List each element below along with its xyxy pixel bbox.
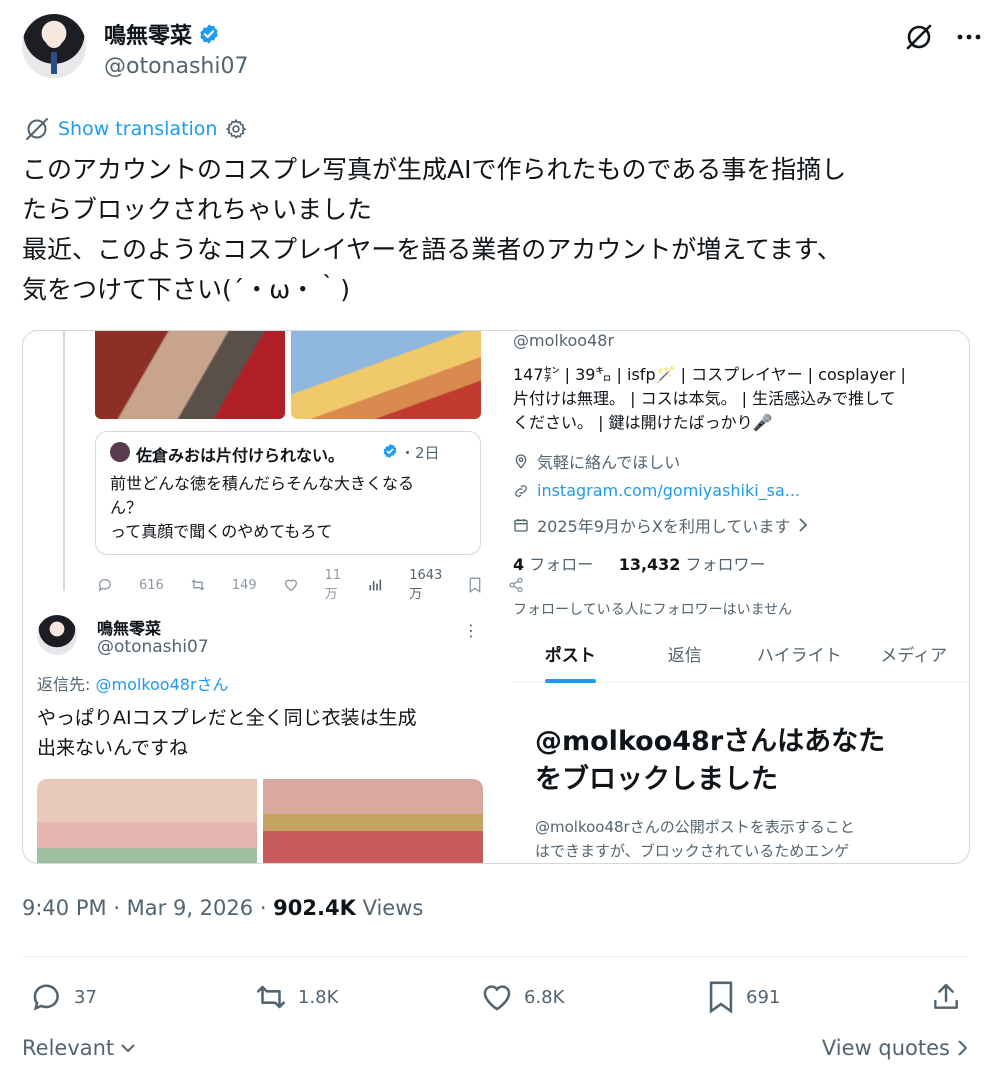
quoted-views: 1643万 [409,568,443,602]
bookmark-button[interactable]: 691 [706,980,780,1014]
repost-button[interactable]: 1.8K [254,980,338,1014]
chevron-right-icon [956,1039,968,1057]
reply-button[interactable]: 37 [30,980,97,1014]
tweet-header: 鳴無零菜 @otonashi07 [22,14,982,92]
profile-joined: 2025年9月からXを利用しています [513,513,808,537]
profile-link: instagram.com/gomiyashiki_sa... [513,481,800,500]
quoted-post: 佐倉みおは片付けられない。 ・2日 前世どんな徳を積んだらそんな大きくなる ん？… [95,431,481,555]
repost-icon [254,980,288,1014]
view-quotes-link[interactable]: View quotes [822,1036,968,1060]
tweet-media-image[interactable]: 佐倉みおは片付けられない。 ・2日 前世どんな徳を積んだらそんな大きくなる ん？… [22,330,970,864]
tab-replies: 返信 [667,646,702,666]
profile-handle: @molkoo48r [513,331,615,350]
location-icon [513,453,529,469]
quoted-reposts: 149 [231,577,257,593]
views-count: 902.4K [273,896,356,920]
profile-tabs: ポスト 返信 ハイライト メディア [513,631,969,683]
verified-badge-icon [382,443,398,459]
quoted-time: ・2日 [400,444,440,462]
like-button[interactable]: 6.8K [480,980,564,1014]
share-icon [930,980,962,1014]
more-icon[interactable] [956,33,982,41]
quoted-metrics: 616 149 11万 1643万 [97,568,524,602]
like-icon [283,577,299,593]
profile-location: 気軽に絡んでほしい [513,449,680,473]
chevron-down-icon [120,1042,136,1054]
action-bar: 37 1.8K 6.8K 691 [30,980,970,1020]
bookmark-icon [706,980,736,1014]
tab-posts: ポスト [513,631,628,683]
share-button[interactable] [930,980,962,1014]
cosplay-photo [263,779,483,863]
link-text: instagram.com/gomiyashiki_sa... [537,481,801,500]
blocked-title: @molkoo48rさんはあなた をブロックしました [535,726,886,795]
author-name-row[interactable]: 鳴無零菜 [104,18,220,50]
quoted-likes: 11万 [324,568,342,602]
link-icon [513,483,529,499]
bookmark-icon [468,577,482,593]
view-quotes-label[interactable]: View quotes [822,1036,950,1060]
author-avatar[interactable] [22,14,86,78]
reply-name: 鳴無零菜 [97,619,162,638]
show-translation-label[interactable]: Show translation [58,118,217,140]
sort-replies-dropdown[interactable]: Relevant [22,1036,136,1060]
like-icon [480,980,514,1014]
location-text: 気軽に絡んでほしい [537,453,681,472]
chevron-right-icon [798,518,808,532]
reply-prefix: 返信先: [37,675,91,694]
sort-label[interactable]: Relevant [22,1036,114,1060]
divider [22,956,968,957]
verified-badge-icon [198,23,220,45]
reply-icon [30,980,64,1014]
tab-highlights: ハイライト [756,646,842,666]
screenshot-right-panel: @molkoo48r 147㌢ | 39㌔ | isfp🪄 | コスプレイヤー … [513,331,969,863]
tweet-timestamp[interactable]: 9:40 PM · Mar 9, 2026 · 902.4K Views [22,896,423,920]
repost-icon [190,577,206,593]
grok-icon[interactable] [904,22,934,52]
thread-line [63,331,65,591]
followers-label: フォロワー [685,555,766,574]
repost-count: 1.8K [298,986,339,1008]
no-mutual-followers: フォローしている人にフォロワーはいません [513,602,793,618]
cosplay-photo [291,331,481,419]
reply-to-handle: @molkoo48rさん [95,675,229,694]
profile-follow-counts: 4 フォロー 13,432 フォロワー [513,551,766,575]
quoted-avatar [110,442,130,462]
more-icon: ⋮ [463,621,479,640]
following-count: 4 [513,555,525,574]
tweet-date[interactable]: Mar 9, 2026 [127,896,253,920]
tab-media: メディア [880,646,948,666]
reply-to-line: 返信先: @molkoo48rさん [37,671,229,695]
quoted-name: 佐倉みおは片付けられない。 [136,446,345,465]
following-label: フォロー [529,555,594,574]
reply-avatar [37,615,77,655]
blocked-body: @molkoo48rさんの公開ポストを表示すること はできますが、ブロックされて… [535,818,855,860]
followers-count: 13,432 [618,555,681,574]
reply-count: 37 [74,986,97,1008]
reply-icon [97,577,113,593]
profile-bio: 147㌢ | 39㌔ | isfp🪄 | コスプレイヤー | cosplayer… [513,365,906,432]
settings-icon[interactable] [225,118,247,140]
joined-text: 2025年9月からXを利用しています [537,517,791,536]
views-icon [367,577,383,593]
cosplay-photo [95,331,285,419]
calendar-icon [513,517,529,533]
show-translation[interactable]: Show translation [24,116,247,142]
author-display-name[interactable]: 鳴無零菜 [104,18,192,50]
reply-handle: @otonashi07 [97,637,209,657]
author-handle[interactable]: @otonashi07 [104,54,248,79]
translate-icon [24,116,50,142]
reply-text: やっぱりAIコスプレだと全く同じ衣装は生成 出来ないんですね [37,707,417,759]
like-count: 6.8K [524,986,565,1008]
tweet-time[interactable]: 9:40 PM [22,896,107,920]
quoted-replies: 616 [139,577,164,593]
screenshot-left-panel: 佐倉みおは片付けられない。 ・2日 前世どんな徳を積んだらそんな大きくなる ん？… [23,331,523,863]
cosplay-photo [37,779,257,863]
tweet-text: このアカウントのコスプレ写真が生成AIで作られたものである事を指摘し たらブロッ… [22,155,847,304]
bookmark-count: 691 [746,986,781,1008]
views-label: Views [362,896,424,920]
quoted-text: 前世どんな徳を積んだらそんな大きくなる ん？ って真顔で聞くのやめてもろて [110,474,415,541]
